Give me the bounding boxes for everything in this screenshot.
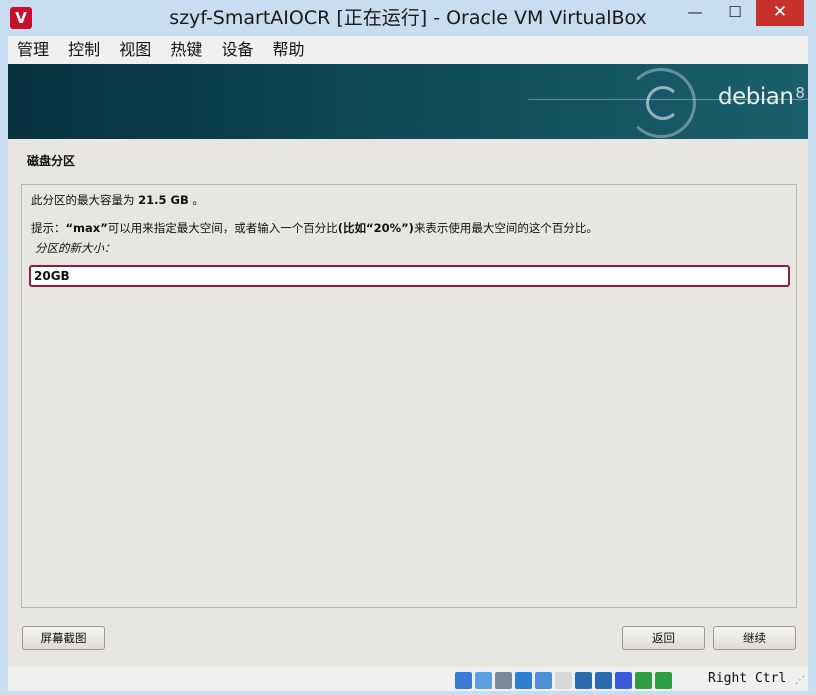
shared-folder-icon[interactable]: [555, 672, 572, 689]
menu-help[interactable]: 帮助: [273, 36, 305, 64]
title-bar[interactable]: V szyf-SmartAIOCR [正在运行] - Oracle VM Vir…: [0, 0, 816, 36]
max-capacity-suffix: 。: [188, 193, 204, 207]
resize-grip-icon[interactable]: ⋰: [795, 675, 805, 686]
recording-icon[interactable]: [595, 672, 612, 689]
optical-drive-icon[interactable]: [475, 672, 492, 689]
vm-display[interactable]: debian 8 磁盘分区 此分区的最大容量为 21.5 GB 。 提示：“max…: [8, 64, 808, 667]
debian-banner: debian 8: [8, 64, 808, 139]
cpu-virtualization-icon[interactable]: [615, 672, 632, 689]
menu-manage[interactable]: 管理: [17, 36, 49, 64]
max-capacity-text: 此分区的最大容量为 21.5 GB 。: [31, 192, 204, 208]
keyboard-capture-icon[interactable]: [655, 672, 672, 689]
screenshot-button[interactable]: 屏幕截图: [22, 626, 105, 650]
network-icon[interactable]: [515, 672, 532, 689]
minimize-button[interactable]: —: [680, 0, 710, 26]
max-capacity-prefix: 此分区的最大容量为: [31, 193, 139, 207]
continue-button[interactable]: 继续: [713, 626, 796, 650]
close-button[interactable]: ✕: [756, 0, 804, 26]
menu-view[interactable]: 视图: [119, 36, 151, 64]
audio-icon[interactable]: [495, 672, 512, 689]
usb-icon[interactable]: [535, 672, 552, 689]
new-size-label: 分区的新大小：: [35, 241, 116, 255]
page-title: 磁盘分区: [27, 154, 76, 168]
display-icon[interactable]: [575, 672, 592, 689]
brand-name: debian: [718, 84, 794, 110]
hint-middle: 可以用来指定最大空间，或者输入一个百分比: [107, 221, 338, 235]
debian-swirl-inner-icon: [646, 86, 680, 120]
max-capacity-value: 21.5 GB: [138, 193, 189, 207]
hint-example: (比如“20%”): [337, 221, 414, 235]
host-key-label[interactable]: Right Ctrl: [708, 670, 786, 688]
hint-text: 提示：“max”可以用来指定最大空间，或者输入一个百分比(比如“20%”)来表示…: [31, 220, 598, 236]
hint-max: “max”: [65, 221, 108, 235]
debian-logo: debian 8: [718, 84, 805, 110]
status-icons: [455, 670, 675, 689]
maximize-button[interactable]: ☐: [720, 0, 750, 26]
hint-prefix: 提示：: [31, 221, 66, 235]
hint-suffix: 来表示使用最大空间的这个百分比。: [413, 221, 598, 235]
mouse-integration-icon[interactable]: [635, 672, 652, 689]
hard-disk-icon[interactable]: [455, 672, 472, 689]
menu-control[interactable]: 控制: [68, 36, 100, 64]
brand-version: 8: [795, 84, 805, 102]
menu-hotkeys[interactable]: 热键: [170, 36, 202, 64]
status-bar: Right Ctrl ⋰: [8, 667, 808, 691]
partition-size-input[interactable]: 20GB: [29, 265, 790, 287]
menu-bar: 管理 控制 视图 热键 设备 帮助: [8, 36, 808, 64]
virtualbox-window: V szyf-SmartAIOCR [正在运行] - Oracle VM Vir…: [0, 0, 816, 695]
menu-devices[interactable]: 设备: [221, 36, 253, 64]
partition-panel: 此分区的最大容量为 21.5 GB 。 提示：“max”可以用来指定最大空间，或…: [21, 184, 797, 608]
back-button[interactable]: 返回: [622, 626, 705, 650]
